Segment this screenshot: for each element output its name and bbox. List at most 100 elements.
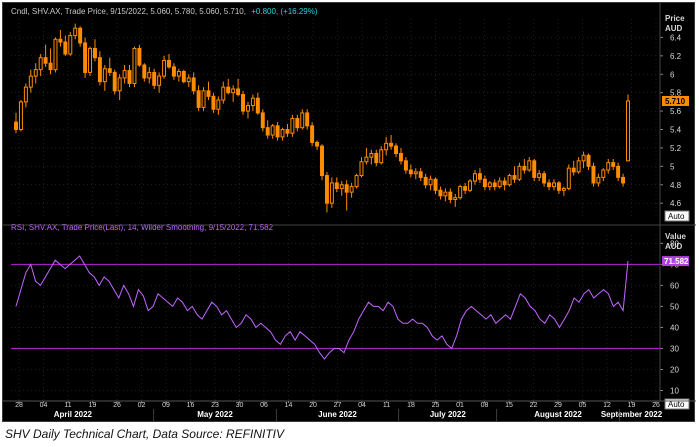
candle <box>482 175 487 191</box>
candle <box>601 168 606 182</box>
month-label: August 2022 <box>534 410 582 419</box>
day-tick-label: 14 <box>285 402 293 409</box>
candle <box>517 162 522 182</box>
candle <box>33 63 38 84</box>
month-label: May 2022 <box>197 410 233 419</box>
candle <box>324 171 329 213</box>
candle <box>468 179 473 193</box>
day-tick-label: 26 <box>113 402 121 409</box>
rsi-axis-title: Value <box>665 232 686 241</box>
day-tick-label: 11 <box>64 402 71 409</box>
month-label: September 2022 <box>601 410 663 419</box>
candle <box>502 177 507 191</box>
candle <box>305 109 310 130</box>
candle <box>147 66 152 84</box>
day-tick-label: 12 <box>603 402 611 409</box>
candle <box>260 109 265 132</box>
candle <box>152 68 157 89</box>
candle <box>132 46 137 88</box>
day-tick-label: 25 <box>432 402 440 409</box>
candle <box>137 44 142 67</box>
rsi-tick-label: 60 <box>670 281 679 290</box>
candle <box>88 46 93 77</box>
day-tick-label: 30 <box>236 402 244 409</box>
candle <box>616 162 621 182</box>
candle <box>403 157 408 174</box>
candle <box>621 173 626 187</box>
candle <box>270 123 275 139</box>
candle <box>379 146 384 165</box>
chart-frame: 28 04 11 19 26 02 09 16 23 30 06 14 20 27 04 11 18 25 01 08… <box>2 2 696 422</box>
day-tick-label: 27 <box>334 402 342 409</box>
day-tick-label: 16 <box>187 402 195 409</box>
candle <box>78 26 83 47</box>
candle <box>102 65 107 91</box>
price-tick-label: 4.8 <box>670 181 682 190</box>
auto-scale-button-upper[interactable]: Auto <box>664 210 690 222</box>
candle <box>581 151 586 169</box>
candle <box>443 188 448 202</box>
candle <box>398 147 403 165</box>
candle <box>334 177 339 193</box>
candle <box>14 112 18 134</box>
price-tick-label: 4.6 <box>670 199 682 208</box>
candle <box>626 94 630 162</box>
candle <box>487 181 492 191</box>
candle <box>507 173 512 187</box>
candle <box>344 180 349 211</box>
day-tick-label: 04 <box>40 402 48 409</box>
price-tick-label: 6 <box>670 70 675 79</box>
rsi-legend: RSI, SHV.AX, Trade Price(Last), 14, Wild… <box>11 223 274 232</box>
day-tick-label: 26 <box>652 402 660 409</box>
day-tick-label: 20 <box>309 402 317 409</box>
candle <box>389 135 394 150</box>
candle <box>438 186 443 200</box>
candle <box>315 140 320 150</box>
auto-label-upper[interactable]: Auto <box>668 212 685 221</box>
price-tick-label: 5 <box>670 162 675 171</box>
candle <box>542 170 547 187</box>
candle <box>329 177 334 208</box>
candle <box>171 63 176 80</box>
day-tick-label: 28 <box>15 402 23 409</box>
candle <box>107 57 112 77</box>
day-tick-label: 06 <box>260 402 268 409</box>
candle <box>18 100 23 132</box>
candle <box>428 175 433 191</box>
candle <box>537 170 542 182</box>
day-tick-label: 19 <box>89 402 97 409</box>
candle <box>73 23 78 40</box>
candle <box>571 160 576 176</box>
month-label: June 2022 <box>318 410 357 419</box>
candle <box>320 144 324 181</box>
month-label: April 2022 <box>54 410 93 419</box>
candle <box>92 39 97 62</box>
candle <box>433 177 438 194</box>
candle <box>236 78 241 97</box>
price-legend-prefix: Cndl, SHV.AX, Trade Price, 9/15/2022, 5.… <box>11 7 246 16</box>
candle <box>413 168 418 180</box>
rsi-axis-unit: AUD <box>665 242 683 251</box>
candle <box>477 168 482 183</box>
price-axis-unit: AUD <box>665 24 683 33</box>
candle <box>48 48 53 75</box>
candle <box>576 157 581 174</box>
rsi-tick-label: 20 <box>670 365 679 374</box>
candle <box>265 120 270 139</box>
candle <box>211 92 216 113</box>
candle <box>611 158 616 171</box>
price-tick-label: 5.6 <box>670 107 682 116</box>
day-tick-label: 08 <box>481 402 489 409</box>
rsi-tick-label: 30 <box>670 344 679 353</box>
candle <box>566 164 571 191</box>
candle <box>186 74 191 88</box>
candle <box>492 179 497 191</box>
candle <box>310 122 315 147</box>
candle <box>216 96 221 115</box>
x-axis: 28 04 11 19 26 02 09 16 23 30 06 14 20 27 04 11 18 25 01 08… <box>15 401 663 421</box>
candle <box>374 149 379 167</box>
candle <box>591 162 596 187</box>
candle <box>532 158 537 182</box>
candle <box>157 72 162 93</box>
candle <box>63 35 68 56</box>
